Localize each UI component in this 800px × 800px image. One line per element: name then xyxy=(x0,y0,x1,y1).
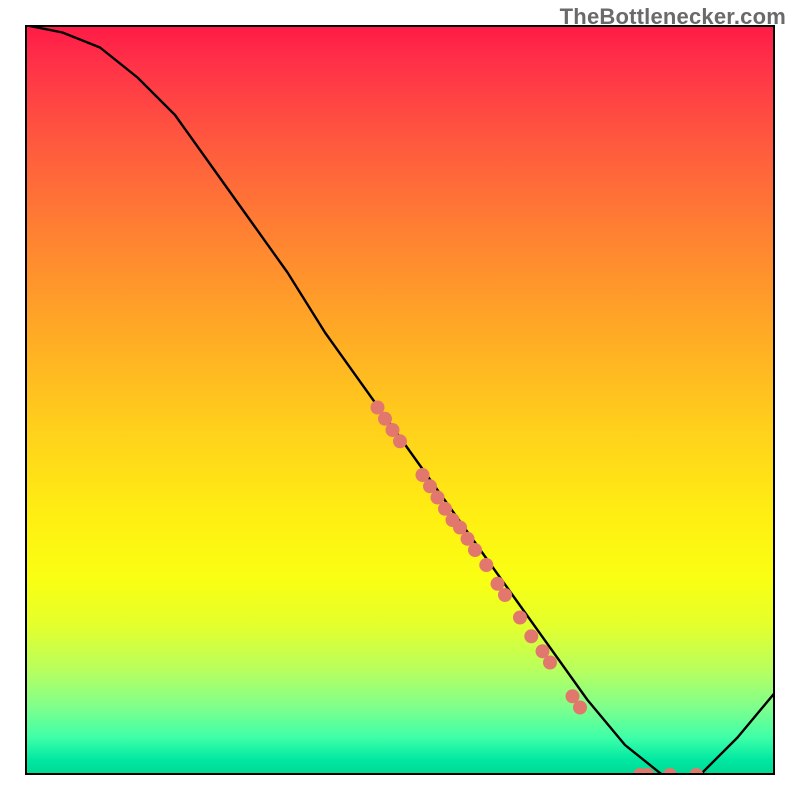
data-point xyxy=(513,611,527,625)
data-point xyxy=(573,701,587,715)
data-point xyxy=(479,558,493,572)
chart-container: TheBottlenecker.com xyxy=(0,0,800,800)
data-point xyxy=(393,434,407,448)
data-point xyxy=(524,629,538,643)
data-point xyxy=(663,768,677,775)
data-point xyxy=(468,543,482,557)
points-group xyxy=(371,401,704,776)
chart-overlay xyxy=(25,25,775,775)
watermark-label: TheBottlenecker.com xyxy=(560,4,786,30)
bottleneck-curve-line xyxy=(25,25,775,775)
data-point xyxy=(689,768,703,775)
data-point xyxy=(543,656,557,670)
plot-area xyxy=(25,25,775,775)
data-point xyxy=(498,588,512,602)
